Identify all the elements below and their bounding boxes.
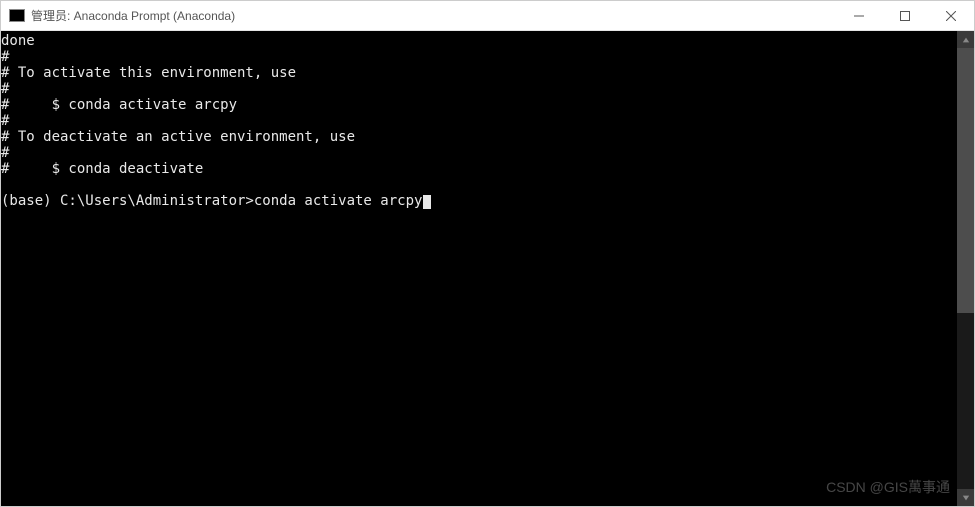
minimize-button[interactable] — [836, 1, 882, 30]
terminal-output[interactable]: done # # To activate this environment, u… — [1, 31, 957, 506]
maximize-button[interactable] — [882, 1, 928, 30]
scrollbar[interactable] — [957, 31, 974, 506]
terminal-window: 管理员: Anaconda Prompt (Anaconda) done # #… — [0, 0, 975, 507]
scroll-up-button[interactable] — [957, 31, 974, 48]
terminal-area: done # # To activate this environment, u… — [1, 31, 974, 506]
window-controls — [836, 1, 974, 30]
scroll-track[interactable] — [957, 48, 974, 489]
window-title: 管理员: Anaconda Prompt (Anaconda) — [31, 7, 836, 24]
terminal-cursor — [423, 195, 431, 209]
titlebar[interactable]: 管理员: Anaconda Prompt (Anaconda) — [1, 1, 974, 31]
scroll-thumb[interactable] — [957, 48, 974, 313]
app-icon — [9, 9, 25, 22]
close-button[interactable] — [928, 1, 974, 30]
scroll-down-button[interactable] — [957, 489, 974, 506]
